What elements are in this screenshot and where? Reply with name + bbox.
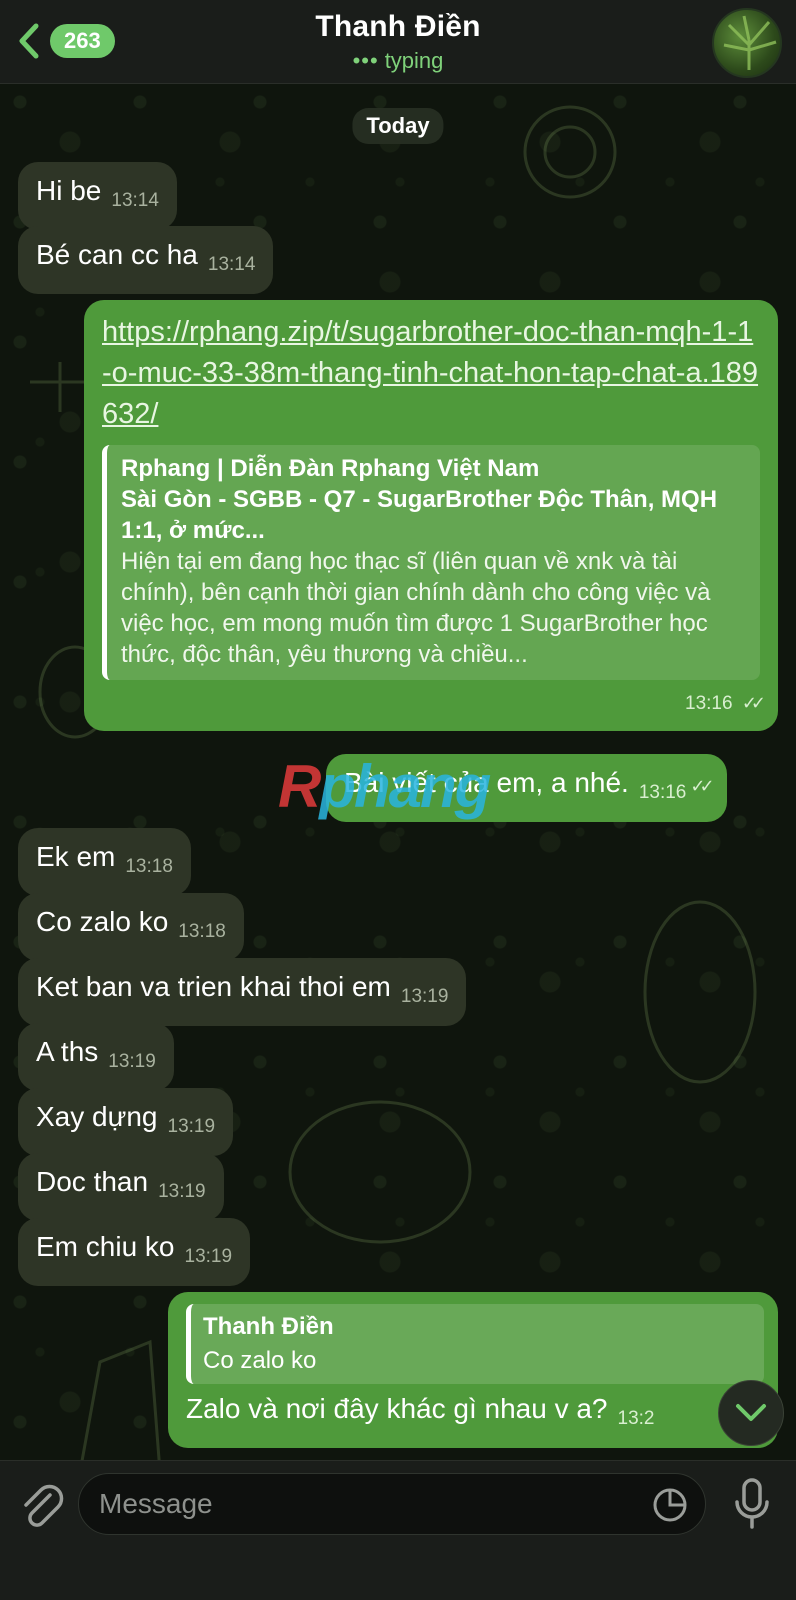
message-text: Ek em <box>36 841 116 872</box>
paperclip-icon[interactable] <box>18 1481 64 1531</box>
message-time: 13:19 <box>400 986 449 1007</box>
message-text: Co zalo ko <box>36 906 169 937</box>
reply-quote[interactable]: Thanh Điền Co zalo ko <box>186 1304 764 1384</box>
message-text: Doc than <box>36 1166 149 1197</box>
reply-text: Co zalo ko <box>203 1347 317 1374</box>
message-text: Em chiu ko <box>36 1231 175 1262</box>
date-chip: Today <box>352 108 444 144</box>
message-time: 13:14 <box>207 254 256 275</box>
watermark-r: R <box>278 753 321 820</box>
link-preview[interactable]: Rphang | Diễn Đàn Rphang Việt Nam Sài Gò… <box>102 445 760 680</box>
contact-name: Thanh Điền <box>315 10 481 43</box>
scroll-down-button[interactable] <box>718 1380 784 1446</box>
contact-status: ••• typing <box>0 48 796 74</box>
message-time: 13:18 <box>125 856 173 877</box>
message-text: Ket ban va trien khai thoi em <box>36 971 391 1002</box>
avatar[interactable] <box>712 8 782 78</box>
message-time: 13:19 <box>167 1116 216 1137</box>
message-outgoing-link[interactable]: https://rphang.zip/t/sugarbrother-doc-th… <box>84 300 778 731</box>
message-incoming[interactable]: Ek em 13:18 <box>18 828 191 896</box>
message-composer <box>0 1460 796 1600</box>
message-text: A ths <box>36 1036 99 1067</box>
message-time: 13:19 <box>108 1051 156 1072</box>
message-time: 13:19 <box>184 1246 233 1267</box>
reply-author: Thanh Điền <box>203 1313 334 1340</box>
message-incoming[interactable]: Xay dựng 13:19 <box>18 1088 234 1156</box>
message-body: Zalo và nơi đây khác gì nhau v a? 13:2 <box>186 1392 764 1436</box>
message-time: 13:19 <box>158 1181 206 1202</box>
typing-dots-icon: ••• <box>352 48 379 73</box>
message-text: Zalo và nơi đây khác gì nhau v a? <box>186 1393 608 1424</box>
message-incoming[interactable]: Co zalo ko 13:18 <box>18 893 244 961</box>
message-time: 13:16 <box>638 782 687 803</box>
watermark-logo: Rphang <box>278 752 491 821</box>
message-incoming[interactable]: A ths 13:19 <box>18 1023 174 1091</box>
penguin-doodle <box>643 900 757 1084</box>
zebra-doodle <box>78 1339 162 1473</box>
bear-doodle <box>288 1100 472 1244</box>
status-text: typing <box>384 48 444 73</box>
message-link[interactable]: https://rphang.zip/t/sugarbrother-doc-th… <box>102 312 760 435</box>
message-time: 13:14 <box>111 190 159 211</box>
chevron-down-icon <box>736 1404 766 1421</box>
message-text: Xay dựng <box>36 1101 158 1132</box>
message-time: 13:18 <box>178 921 226 942</box>
chat-header: 263 Thanh Điền ••• typing <box>0 0 796 84</box>
sticker-icon[interactable] <box>651 1486 689 1524</box>
message-meta: 13:16 ✓✓ <box>102 686 766 721</box>
watermark-rest: phang <box>319 753 491 820</box>
double-check-icon: ✓✓ <box>690 776 714 796</box>
message-incoming[interactable]: Doc than 13:19 <box>18 1153 224 1221</box>
message-time: 13:16 <box>685 693 733 714</box>
message-time: 13:2 <box>617 1408 655 1429</box>
preview-title: Sài Gòn - SGBB - Q7 - SugarBrother Độc T… <box>121 486 718 544</box>
message-input-wrapper[interactable] <box>78 1473 706 1535</box>
message-text: Hi be <box>36 175 102 206</box>
contact-info[interactable]: Thanh Điền ••• typing <box>0 10 796 74</box>
message-incoming[interactable]: Hi be 13:14 <box>18 162 177 230</box>
preview-description: Hiện tại em đang học thạc sĩ (liên quan … <box>121 548 711 668</box>
message-incoming[interactable]: Ket ban va trien khai thoi em 13:19 <box>18 958 467 1026</box>
message-incoming[interactable]: Bé can cc ha 13:14 <box>18 226 274 294</box>
double-check-icon: ✓✓ <box>741 693 766 713</box>
message-outgoing-reply[interactable]: Thanh Điền Co zalo ko Zalo và nơi đây kh… <box>168 1292 778 1448</box>
lion-doodle <box>523 105 617 199</box>
microphone-icon[interactable] <box>732 1477 772 1531</box>
message-incoming[interactable]: Em chiu ko 13:19 <box>18 1218 251 1286</box>
message-text: Bé can cc ha <box>36 239 198 270</box>
message-input[interactable] <box>99 1474 629 1534</box>
preview-site-name: Rphang | Diễn Đàn Rphang Việt Nam <box>121 455 540 482</box>
